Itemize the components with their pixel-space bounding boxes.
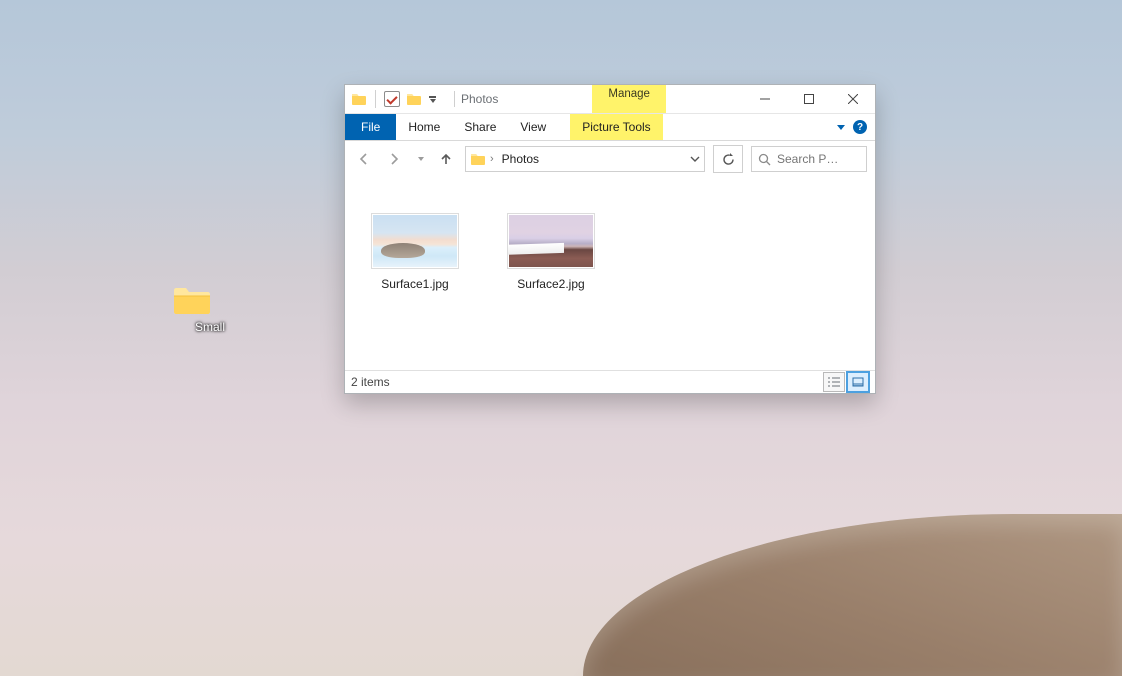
- customize-qat-button[interactable]: [428, 96, 436, 103]
- breadcrumb-separator-icon: ›: [490, 153, 494, 165]
- arrow-right-icon: [387, 152, 401, 166]
- view-tab[interactable]: View: [508, 114, 558, 140]
- address-bar[interactable]: › Photos: [465, 146, 705, 172]
- close-button[interactable]: [831, 85, 875, 113]
- search-icon: [758, 153, 771, 166]
- details-view-icon: [828, 377, 840, 387]
- window-title-text: Photos: [461, 92, 498, 106]
- status-items-count: 2 items: [351, 375, 390, 389]
- arrow-left-icon: [357, 152, 371, 166]
- contextual-tab: Manage: [592, 85, 666, 113]
- up-button[interactable]: [435, 146, 457, 172]
- new-folder-qat-icon[interactable]: [406, 91, 422, 107]
- back-button[interactable]: [353, 146, 375, 172]
- arrow-up-icon: [439, 152, 453, 166]
- file-thumbnail: [507, 213, 595, 269]
- file-thumbnail: [371, 213, 459, 269]
- desktop-icon-small-folder[interactable]: Small: [172, 284, 248, 334]
- status-bar: 2 items: [345, 370, 875, 393]
- titlebar: Photos Manage: [345, 85, 875, 114]
- window-title: Photos: [442, 85, 504, 113]
- contextual-tab-header: Manage: [592, 85, 666, 102]
- desktop-icon-label: Small: [172, 320, 248, 334]
- quick-access-toolbar: [345, 85, 442, 113]
- properties-qat-icon[interactable]: [384, 91, 400, 107]
- home-tab[interactable]: Home: [396, 114, 452, 140]
- explorer-window: Photos Manage: [344, 84, 876, 394]
- large-icons-view-icon: [852, 377, 864, 387]
- share-tab[interactable]: Share: [452, 114, 508, 140]
- maximize-button[interactable]: [787, 85, 831, 113]
- large-icons-view-button[interactable]: [847, 372, 869, 392]
- file-item[interactable]: Surface2.jpg: [501, 213, 601, 291]
- address-history-button[interactable]: [690, 154, 700, 164]
- help-button[interactable]: ?: [853, 120, 867, 134]
- forward-button[interactable]: [383, 146, 405, 172]
- minimize-button[interactable]: [743, 85, 787, 113]
- file-name: Surface2.jpg: [501, 277, 601, 291]
- file-list[interactable]: Surface1.jpg Surface2.jpg: [345, 177, 875, 371]
- folder-icon: [470, 151, 486, 167]
- file-menu-button[interactable]: File: [345, 114, 396, 140]
- ribbon-menu: File Home Share View Picture Tools ?: [345, 114, 875, 141]
- picture-tools-tab[interactable]: Picture Tools: [570, 114, 662, 140]
- window-controls: [743, 85, 875, 113]
- recent-locations-button[interactable]: [413, 146, 427, 172]
- expand-ribbon-button[interactable]: [837, 125, 845, 130]
- details-view-button[interactable]: [823, 372, 845, 392]
- refresh-button[interactable]: [713, 145, 743, 173]
- search-box[interactable]: Search P…: [751, 146, 867, 172]
- search-placeholder: Search P…: [777, 152, 838, 166]
- folder-icon: [351, 91, 367, 107]
- desktop[interactable]: Small Photos: [0, 0, 1122, 676]
- breadcrumb-photos[interactable]: Photos: [498, 152, 543, 166]
- folder-icon: [172, 284, 212, 316]
- file-name: Surface1.jpg: [365, 277, 465, 291]
- desktop-wallpaper-dune: [583, 514, 1122, 676]
- file-item[interactable]: Surface1.jpg: [365, 213, 465, 291]
- refresh-icon: [722, 153, 735, 166]
- navigation-bar: › Photos Search P…: [345, 141, 875, 177]
